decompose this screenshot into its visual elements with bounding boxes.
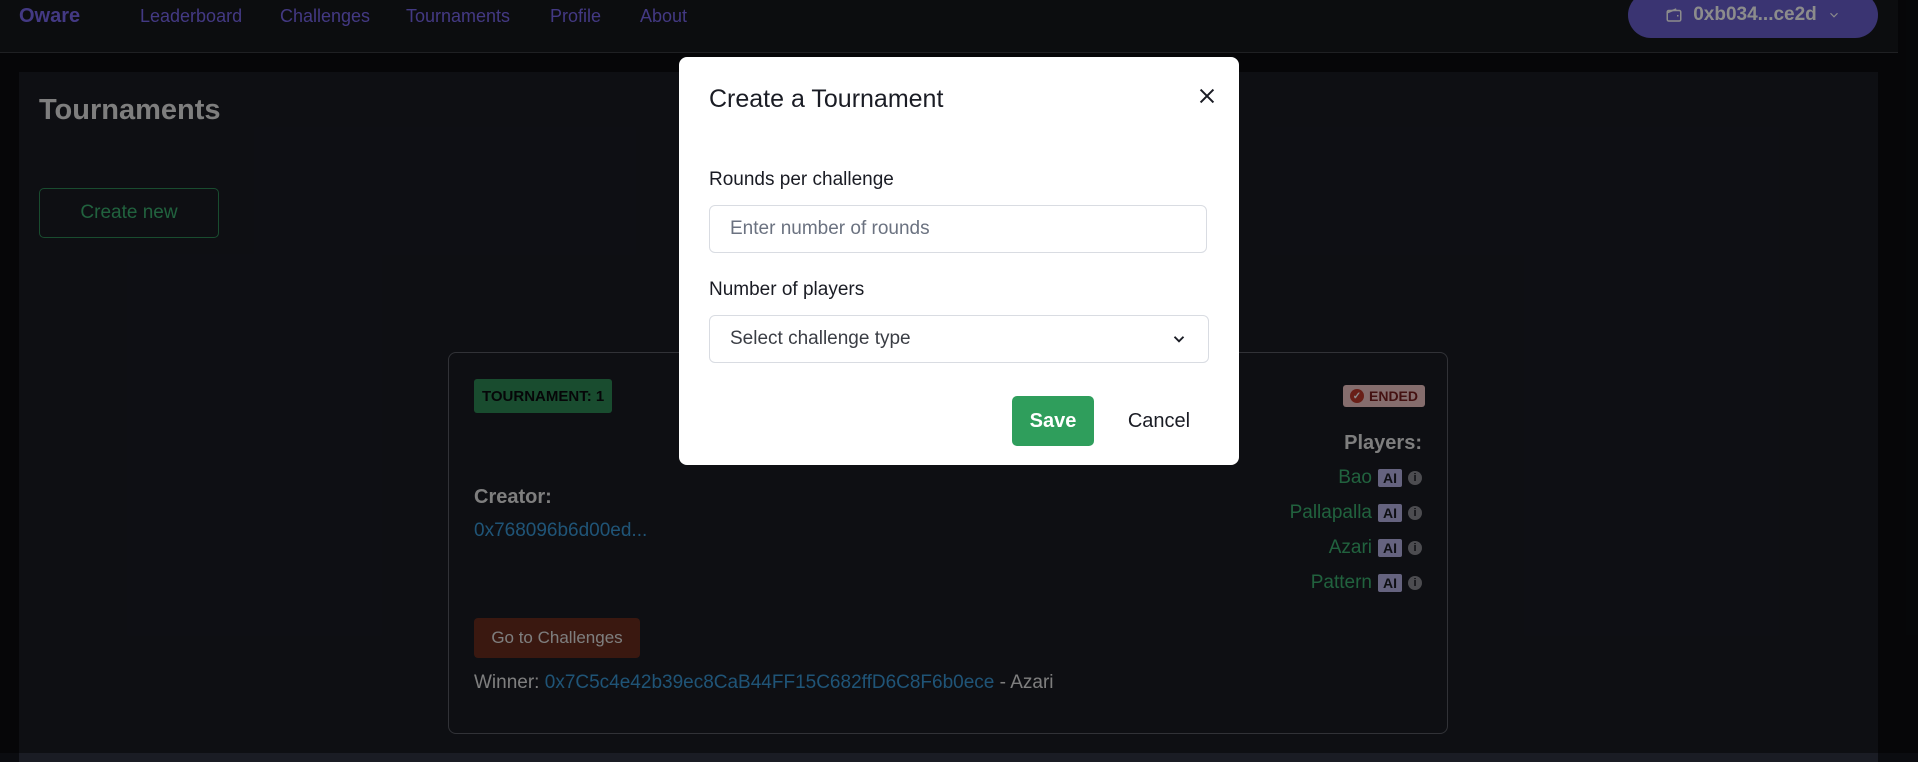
rounds-input[interactable] [709, 205, 1207, 253]
rounds-label: Rounds per challenge [709, 169, 894, 190]
close-button[interactable] [1193, 82, 1221, 110]
save-button[interactable]: Save [1012, 396, 1094, 446]
players-select-value: Select challenge type [730, 328, 911, 349]
players-count-label: Number of players [709, 279, 865, 300]
players-select[interactable]: Select challenge type [709, 315, 1209, 363]
chevron-down-icon [1173, 336, 1185, 343]
create-tournament-modal: Create a Tournament Rounds per challenge… [679, 57, 1239, 465]
cancel-button[interactable]: Cancel [1119, 396, 1199, 446]
close-icon [1199, 88, 1215, 104]
modal-title: Create a Tournament [709, 85, 944, 113]
